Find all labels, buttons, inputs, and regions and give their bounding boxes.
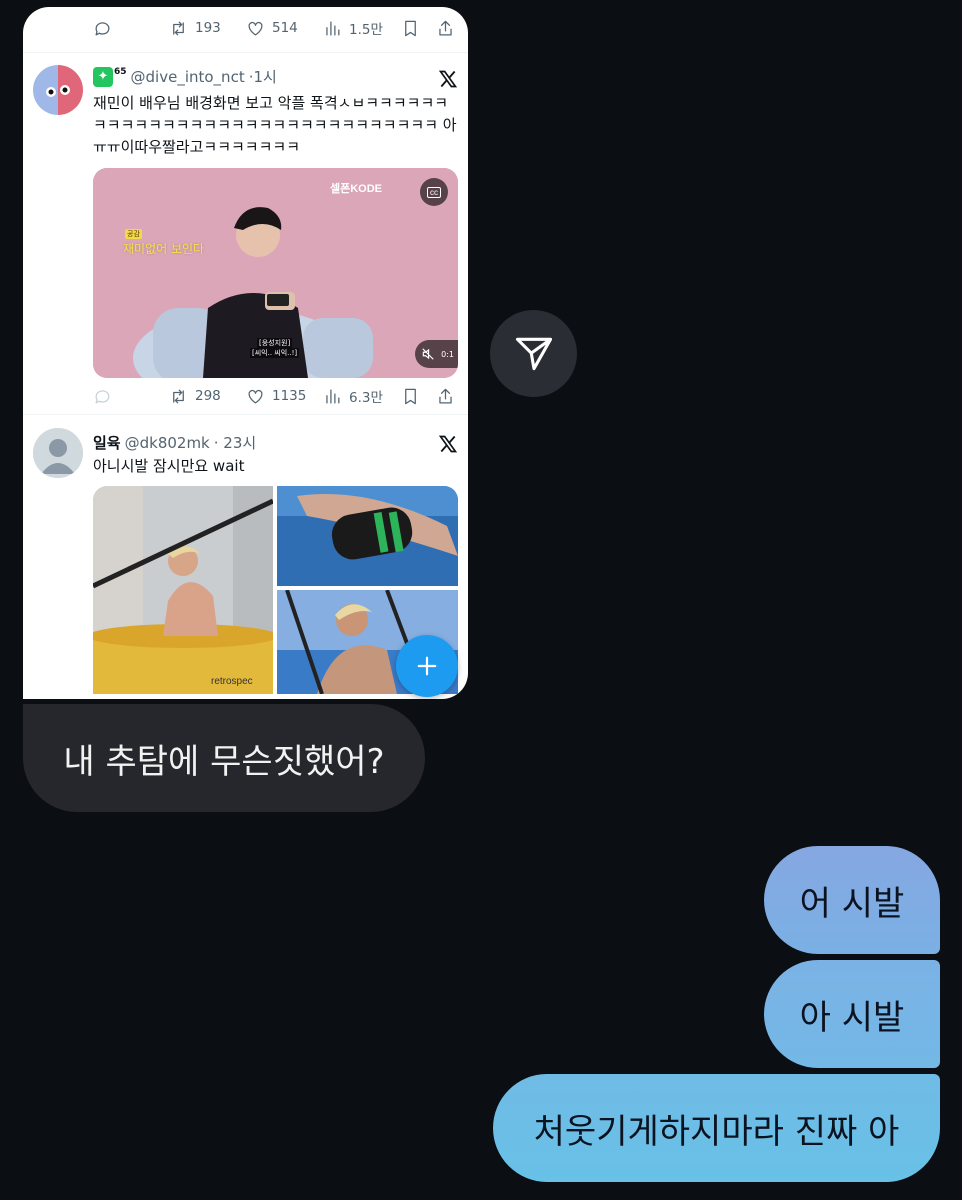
display-name[interactable]: 일육 <box>93 432 121 453</box>
sparkle-icon: ✦ <box>93 66 113 87</box>
badge-number: 65 <box>114 66 127 77</box>
retweet-button[interactable]: 298 <box>169 387 221 406</box>
avatar[interactable] <box>33 65 83 115</box>
video-controls[interactable]: 0:1 <box>415 340 458 368</box>
caption-tag: 공감 <box>125 229 142 239</box>
message-bubble-received[interactable]: 내 추탐에 무슨짓했어? <box>23 704 425 812</box>
default-avatar-icon <box>33 428 83 478</box>
handle[interactable]: @dk802mk <box>125 434 210 452</box>
x-logo-icon <box>438 435 458 453</box>
send-icon <box>515 337 552 370</box>
like-icon <box>248 21 263 35</box>
tweet-header: ✦ 65 @dive_into_nct ·1시 <box>93 66 277 87</box>
x-logo-icon <box>438 70 458 88</box>
like-count: 514 <box>272 20 298 36</box>
like-count: 1135 <box>272 388 307 404</box>
video-duration: 0:1 <box>441 349 454 359</box>
views-icon <box>326 389 340 403</box>
retweet-icon <box>173 21 184 35</box>
shared-post-card[interactable]: 193 514 1.5만 ✦ 65 @dive_into_nct ·1시 재민이… <box>23 7 468 699</box>
handle[interactable]: @dive_into_nct <box>131 68 245 86</box>
views-icon <box>326 21 340 35</box>
message-bubble-sent[interactable]: 어 시발 <box>764 846 940 954</box>
view-count: 6.3만 <box>349 390 383 406</box>
photo-2[interactable] <box>277 486 458 586</box>
badge: ✦ 65 <box>93 66 127 87</box>
avatar[interactable] <box>33 428 83 478</box>
photo-1[interactable]: retrospec <box>93 486 273 694</box>
subtitle-bottom: [씨익.. 씨익..!] <box>250 348 300 358</box>
share-button[interactable] <box>436 387 455 406</box>
add-post-icon <box>417 656 437 676</box>
reply-button[interactable] <box>93 19 112 38</box>
previous-tweet-actions: 193 514 1.5만 <box>93 17 468 39</box>
subtitle-top: [웅성지원] <box>257 338 293 348</box>
tweet-header: 일육 @dk802mk · 23시 <box>93 432 256 453</box>
bookmark-icon <box>405 388 416 404</box>
reply-icon <box>95 21 110 35</box>
retweet-icon <box>173 389 184 403</box>
tweet-text: 아니시발 잠시만요 wait <box>93 457 245 475</box>
bookmark-icon <box>405 20 416 36</box>
message-text: 내 추탐에 무슨짓했어? <box>63 741 385 782</box>
tweet-text: 재민이 배우님 배경화면 보고 악플 폭격ㅅㅂㅋㅋㅋㅋㅋㅋㅋㅋㅋㅋㅋㅋㅋㅋㅋㅋㅋ… <box>93 94 457 156</box>
reply-button[interactable] <box>93 387 112 406</box>
share-icon <box>439 20 452 35</box>
message-text: 아 시발 <box>799 997 905 1038</box>
retweet-count: 193 <box>195 20 221 36</box>
cc-icon[interactable]: cc <box>420 178 448 206</box>
bookmark-button[interactable] <box>401 387 420 406</box>
retweet-button[interactable]: 193 <box>169 19 221 38</box>
tweet-dive-into-nct[interactable]: ✦ 65 @dive_into_nct ·1시 재민이 배우님 배경화면 보고 … <box>23 52 468 414</box>
tweet1-actions: 298 1135 6.3만 <box>93 385 468 407</box>
like-button[interactable]: 1135 <box>246 387 306 406</box>
video-caption: 재미없어 보인다 <box>123 242 205 256</box>
avatar-image <box>33 65 83 115</box>
views-button[interactable]: 6.3만 <box>323 386 383 406</box>
share-post-button[interactable] <box>490 310 577 397</box>
message-text: 어 시발 <box>799 883 905 924</box>
view-count: 1.5만 <box>349 22 383 38</box>
views-button[interactable]: 1.5만 <box>323 18 383 38</box>
like-button[interactable]: 514 <box>246 19 298 38</box>
message-bubble-sent[interactable]: 아 시발 <box>764 960 940 1068</box>
message-text: 처웃기게하지마라 진짜 아 <box>533 1111 900 1152</box>
share-button[interactable] <box>436 19 455 38</box>
timestamp: ·1시 <box>248 68 277 86</box>
timestamp: · 23시 <box>213 434 257 452</box>
share-icon <box>439 388 452 403</box>
retweet-count: 298 <box>195 388 221 404</box>
video-brand: 셀폰KODE <box>329 183 382 195</box>
mute-icon[interactable] <box>421 347 435 361</box>
message-bubble-sent[interactable]: 처웃기게하지마라 진짜 아 <box>493 1074 940 1182</box>
like-icon <box>248 389 263 403</box>
compose-post-button[interactable] <box>396 635 458 697</box>
photo-caption: retrospec <box>211 676 253 687</box>
reply-icon <box>95 389 110 403</box>
bookmark-button[interactable] <box>401 19 420 38</box>
video-player[interactable]: cc 셀폰KODE 공감 재미없어 보인다 [웅성지원] [씨익.. 씨익..!… <box>93 168 458 378</box>
